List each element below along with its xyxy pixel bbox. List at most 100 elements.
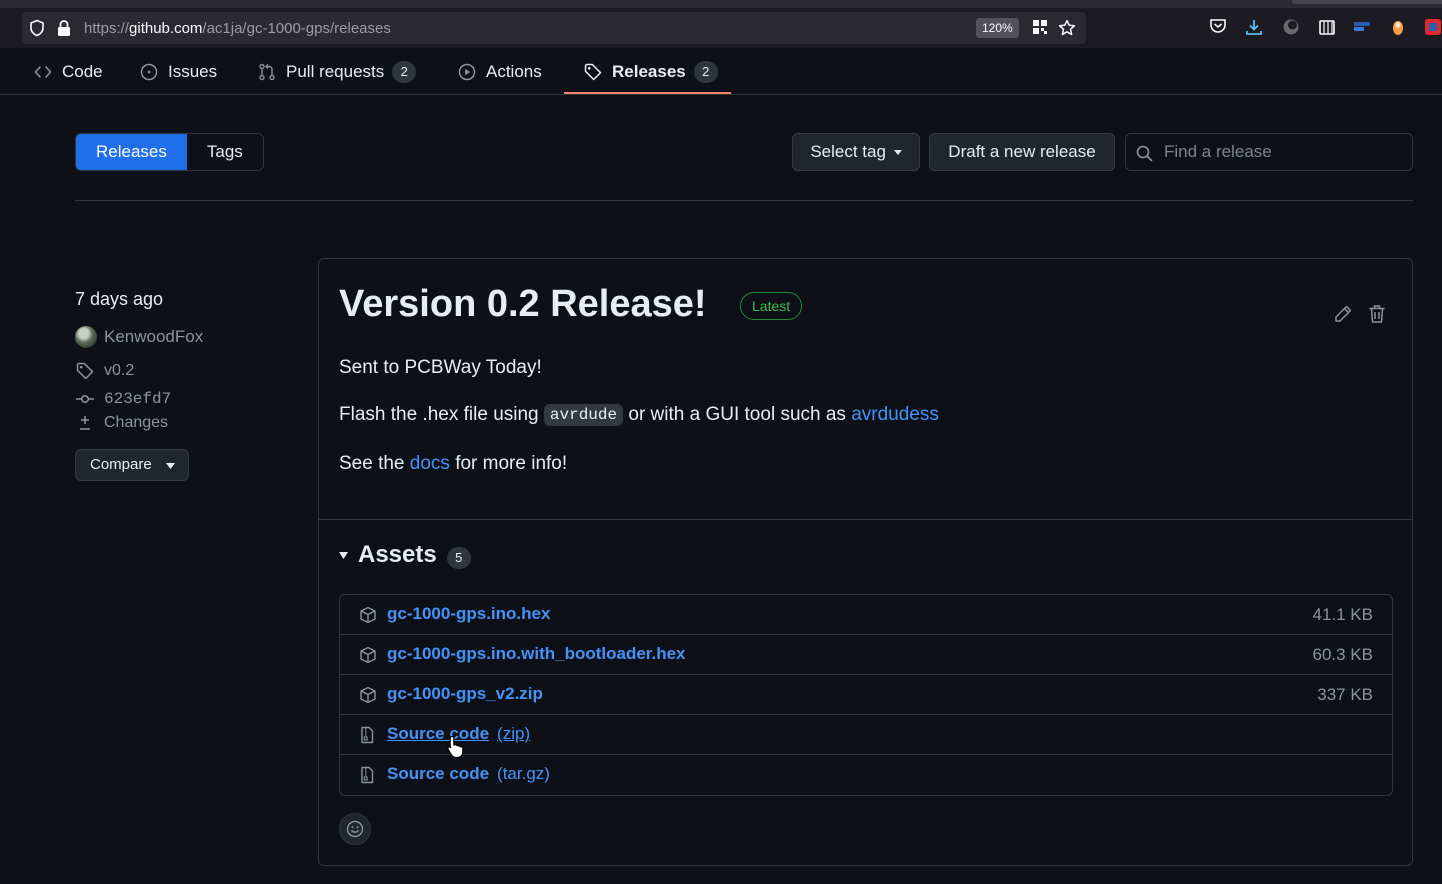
release-notes-line-3: See the docs for more info! — [339, 453, 567, 475]
release-notes-line-2: Flash the .hex file using avrdude or wit… — [339, 404, 939, 427]
tab-code[interactable]: Code — [34, 48, 103, 95]
shield-icon[interactable] — [28, 19, 46, 37]
author-name[interactable]: KenwoodFox — [104, 327, 203, 347]
segment-releases[interactable]: Releases — [76, 134, 187, 170]
avrdudess-link[interactable]: avrdudess — [851, 404, 939, 425]
pull-requests-count: 2 — [392, 60, 417, 83]
tag-icon — [584, 63, 602, 81]
tag-name[interactable]: v0.2 — [104, 362, 134, 380]
code-avrdude: avrdude — [543, 404, 624, 426]
avatar[interactable] — [75, 326, 97, 348]
tab-strip — [0, 0, 1442, 8]
asset-size: 337 KB — [1317, 685, 1373, 704]
asset-list: gc-1000-gps.ino.hex 41.1 KB gc-1000-gps.… — [339, 594, 1393, 796]
pocket-icon[interactable] — [1209, 18, 1227, 34]
release-author[interactable]: KenwoodFox — [75, 326, 203, 348]
url-prefix: https:// — [84, 20, 130, 37]
latest-badge: Latest — [740, 292, 803, 320]
pencil-icon[interactable] — [1333, 304, 1353, 324]
add-reaction-button[interactable] — [339, 813, 371, 845]
releases-tags-toggle: Releases Tags — [75, 133, 264, 171]
asset-row: Source code (zip) — [340, 715, 1392, 755]
select-tag-button[interactable]: Select tag — [792, 133, 920, 171]
qr-code-icon[interactable] — [1032, 19, 1048, 35]
draft-release-button[interactable]: Draft a new release — [929, 133, 1115, 171]
url-text[interactable]: https://github.com/ac1ja/gc-1000-gps/rel… — [84, 20, 391, 37]
triangle-down-icon — [339, 551, 348, 559]
browser-toolbar: https://github.com/ac1ja/gc-1000-gps/rel… — [0, 0, 1442, 48]
lock-icon[interactable] — [56, 19, 72, 37]
chevron-down-icon — [166, 463, 175, 469]
file-zip-icon — [359, 726, 375, 744]
asset-link[interactable]: gc-1000-gps.ino.hex — [387, 604, 550, 624]
line-2-text-a: Flash the .hex file using — [339, 404, 544, 425]
tab-pull-requests[interactable]: Pull requests 2 — [258, 48, 417, 95]
releases-count: 2 — [693, 60, 718, 83]
assets-toggle[interactable]: Assets 5 — [339, 541, 471, 569]
select-tag-label: Select tag — [810, 142, 886, 161]
release-date: 7 days ago — [75, 289, 164, 309]
asset-size: 41.1 KB — [1312, 605, 1374, 624]
package-icon — [359, 646, 377, 664]
issue-icon — [140, 63, 158, 81]
compare-button[interactable]: Compare — [75, 449, 189, 481]
search-input[interactable] — [1164, 139, 1404, 165]
smiley-icon — [346, 820, 364, 838]
asset-size: 60.3 KB — [1312, 645, 1374, 664]
release-notes-line-1: Sent to PCBWay Today! — [339, 357, 542, 378]
hand-pointer-icon — [446, 735, 466, 759]
source-code-targz-link[interactable]: Source code (tar.gz) — [387, 764, 550, 784]
changes-link[interactable]: Changes — [104, 414, 168, 432]
extension-flag-icon[interactable] — [1353, 18, 1371, 36]
caret-down-icon — [893, 150, 902, 156]
extension-orange-icon[interactable] — [1390, 18, 1406, 36]
release-commit[interactable]: 623efd7 — [75, 390, 171, 408]
play-icon — [458, 63, 476, 81]
search-icon — [1136, 145, 1153, 162]
line-3-text-a: See the — [339, 453, 410, 474]
tag-icon — [75, 362, 95, 380]
asset-row: Source code (tar.gz) — [340, 755, 1392, 795]
archive-format-targz: (tar.gz) — [497, 764, 550, 783]
section-divider — [75, 200, 1413, 201]
package-icon — [359, 686, 377, 704]
assets-count: 5 — [446, 547, 471, 569]
package-icon — [359, 606, 377, 624]
asset-row: gc-1000-gps.ino.with_bootloader.hex 60.3… — [340, 635, 1392, 675]
tab-releases-label: Releases — [612, 61, 686, 81]
download-icon[interactable] — [1245, 18, 1263, 36]
line-2-text-b: or with a GUI tool such as — [623, 404, 852, 425]
commit-sha[interactable]: 623efd7 — [104, 390, 171, 408]
release-card: Version 0.2 Release! Latest Sent to PCBW… — [318, 258, 1413, 866]
bookmark-star-icon[interactable] — [1058, 19, 1076, 37]
code-icon — [34, 64, 52, 80]
source-code-label: Source code — [387, 724, 490, 743]
extension-red-icon[interactable] — [1424, 18, 1442, 36]
release-title[interactable]: Version 0.2 Release! — [339, 283, 707, 326]
address-bar[interactable]: https://github.com/ac1ja/gc-1000-gps/rel… — [22, 12, 1086, 44]
url-path: /ac1ja/gc-1000-gps/releases — [202, 20, 391, 37]
find-release-search[interactable] — [1125, 133, 1413, 171]
zoom-level-badge[interactable]: 120% — [976, 18, 1019, 38]
pull-request-icon — [258, 63, 276, 81]
tab-releases[interactable]: Releases 2 — [584, 48, 718, 95]
tab-issues-label: Issues — [168, 61, 218, 81]
asset-link[interactable]: gc-1000-gps_v2.zip — [387, 684, 543, 704]
trash-icon[interactable] — [1368, 304, 1386, 324]
release-tag[interactable]: v0.2 — [75, 362, 134, 380]
assets-title: Assets — [358, 541, 437, 568]
archive-format-zip: (zip) — [497, 724, 531, 743]
tab-issues[interactable]: Issues — [140, 48, 217, 95]
extension-calendar-icon[interactable] — [1318, 18, 1336, 36]
tab-code-label: Code — [62, 61, 103, 81]
source-code-label: Source code — [387, 764, 490, 783]
release-changes[interactable]: Changes — [75, 414, 168, 432]
asset-link[interactable]: gc-1000-gps.ino.with_bootloader.hex — [387, 644, 686, 664]
card-divider — [319, 519, 1412, 520]
compare-label: Compare — [90, 456, 152, 473]
extension-dark-icon[interactable] — [1282, 18, 1300, 36]
docs-link[interactable]: docs — [410, 453, 450, 474]
tab-strip-hint — [1292, 0, 1442, 4]
tab-actions[interactable]: Actions — [458, 48, 542, 95]
segment-tags[interactable]: Tags — [187, 134, 263, 170]
